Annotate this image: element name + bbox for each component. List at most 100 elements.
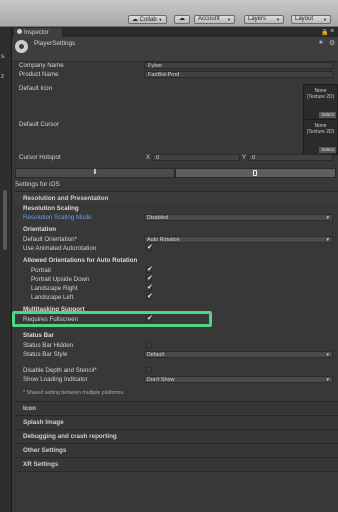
landscape-left-checkbox[interactable]: ✔ <box>146 293 153 300</box>
default-icon-label: Default Icon <box>19 85 53 92</box>
default-orientation-label: Default Orientation* <box>23 236 77 243</box>
scaling-mode-value: Disabled <box>147 215 168 221</box>
status-bar-style-dropdown[interactable]: Default ▼ <box>144 351 333 358</box>
texture-type-label: (Texture 2D) <box>306 94 335 100</box>
resolution-scaling-header: Resolution Scaling <box>23 205 79 212</box>
landscape-right-checkbox[interactable]: ✔ <box>146 284 153 291</box>
default-icon-select-button[interactable]: Select <box>319 112 336 118</box>
show-loading-dropdown[interactable]: Don't Show ▼ <box>144 376 333 383</box>
left-panel-scrollbar[interactable] <box>3 190 7 250</box>
section-resolution-title: Resolution and Presentation <box>23 195 109 202</box>
show-loading-label: Show Loading Indicator <box>23 376 88 383</box>
company-name-value: Fyber <box>148 63 163 69</box>
tab-inspector-label: Inspector <box>24 29 49 36</box>
section-splash-title: Splash Image <box>23 419 64 426</box>
section-debugging[interactable]: Debugging and crash reporting <box>15 429 338 442</box>
status-bar-hidden-checkbox[interactable]: ✔ <box>146 342 152 348</box>
chevron-down-icon: ▼ <box>325 237 330 242</box>
layout-dropdown[interactable]: Layout ▼ <box>291 15 331 24</box>
product-name-field[interactable]: FairBid-Prod <box>144 71 333 78</box>
layers-dropdown[interactable]: Layers ▼ <box>244 15 284 24</box>
status-bar-style-label: Status Bar Style <box>23 351 68 358</box>
disable-depth-label: Disable Depth and Stencil* <box>23 367 97 374</box>
default-cursor-select-button[interactable]: Select <box>319 147 336 153</box>
portrait-checkbox[interactable]: ✔ <box>146 266 153 273</box>
scaling-mode-dropdown[interactable]: Disabled ▼ <box>144 214 333 221</box>
checkmark-icon: ✔ <box>147 293 153 300</box>
default-cursor-field[interactable]: None (Texture 2D) Select <box>303 119 338 155</box>
texture-type-label: (Texture 2D) <box>306 129 335 135</box>
mobile-icon <box>253 170 257 176</box>
platform-tab-standalone[interactable]: ⬇ <box>15 168 175 178</box>
chevron-down-icon: ▼ <box>158 17 163 22</box>
layers-label: Layers <box>248 16 267 22</box>
hotspot-y-value: 0 <box>252 155 256 161</box>
help-icon[interactable]: ■ <box>319 40 323 46</box>
product-name-label: Product Name <box>19 71 59 78</box>
checkmark-icon: ✔ <box>147 266 153 273</box>
portrait-upside-down-checkbox[interactable]: ✔ <box>146 275 153 282</box>
checkmark-icon: ✔ <box>147 284 153 291</box>
portrait-upside-down-label: Portrait Upside Down <box>31 276 90 283</box>
cloud-services-button[interactable]: ☁ <box>174 15 190 24</box>
left-margin-char: s <box>1 53 5 60</box>
section-xr-title: XR Settings <box>23 461 59 468</box>
disable-depth-checkbox[interactable]: ✔ <box>146 367 152 373</box>
chevron-down-icon: ▼ <box>276 17 280 22</box>
checkmark-icon: ✔ <box>147 244 153 251</box>
shared-setting-note: * Shared setting between multiple platfo… <box>23 390 125 396</box>
collab-button[interactable]: ☁ Collab ▼ <box>128 15 167 24</box>
section-other-title: Other Settings <box>23 447 67 454</box>
show-loading-value: Don't Show <box>147 377 175 383</box>
default-cursor-label: Default Cursor <box>19 121 59 128</box>
tab-inspector[interactable]: Inspector <box>14 28 62 37</box>
section-divider <box>15 471 338 472</box>
landscape-right-label: Landscape Right <box>31 285 78 292</box>
section-debugging-title: Debugging and crash reporting <box>23 433 117 440</box>
left-panel-edge <box>0 27 12 512</box>
hotspot-x-value: 0 <box>156 155 160 161</box>
page-title: PlayerSettings <box>34 40 76 47</box>
layout-label: Layout <box>295 16 314 22</box>
account-dropdown[interactable]: Account ▼ <box>194 15 235 24</box>
platform-tab-ios[interactable] <box>175 168 336 178</box>
chevron-down-icon: ▼ <box>325 215 330 220</box>
animated-autorotation-label: Use Animated Autorotation <box>23 245 97 252</box>
product-name-value: FairBid-Prod <box>148 72 180 78</box>
chevron-down-icon: ▼ <box>227 17 231 22</box>
status-bar-header: Status Bar <box>23 332 54 339</box>
section-icon-title: Icon <box>23 405 36 412</box>
hotspot-x-field[interactable]: 0 <box>152 154 240 161</box>
section-other-settings[interactable]: Other Settings <box>15 443 338 456</box>
section-splash-image[interactable]: Splash Image <box>15 415 338 428</box>
status-bar-hidden-label: Status Bar Hidden <box>23 342 74 349</box>
company-name-field[interactable]: Fyber <box>144 62 333 69</box>
default-orientation-dropdown[interactable]: Auto Rotation ▼ <box>144 236 333 243</box>
settings-menu-icon[interactable]: ⚙ <box>329 39 335 47</box>
chevron-down-icon: ▼ <box>325 352 330 357</box>
default-orientation-value: Auto Rotation <box>147 237 180 243</box>
top-toolbar <box>0 0 338 27</box>
section-icon[interactable]: Icon <box>15 401 338 414</box>
landscape-left-label: Landscape Left <box>31 294 74 301</box>
collab-label: Collab <box>139 17 157 23</box>
portrait-label: Portrait <box>31 267 51 274</box>
default-icon-field[interactable]: None (Texture 2D) Select <box>303 84 338 120</box>
section-resolution[interactable]: Resolution and Presentation <box>15 191 338 203</box>
cursor-hotspot-label: Cursor Hotspot <box>19 154 61 161</box>
hotspot-y-field[interactable]: 0 <box>248 154 333 161</box>
cloud-icon: ☁ <box>179 16 185 22</box>
checkmark-icon: ✔ <box>147 275 153 282</box>
settings-for-title: Settings for iOS <box>15 181 60 188</box>
info-icon <box>17 29 22 34</box>
lock-icon[interactable]: 🔒 <box>321 29 328 36</box>
animated-autorotation-checkbox[interactable]: ✔ <box>146 244 153 251</box>
section-xr-settings[interactable]: XR Settings <box>15 457 338 470</box>
chevron-down-icon: ▼ <box>323 17 327 22</box>
menu-icon[interactable]: ≡ <box>330 28 334 35</box>
chevron-down-icon: ▼ <box>325 377 330 382</box>
status-bar-style-value: Default <box>147 352 165 358</box>
gear-icon <box>15 40 28 53</box>
account-label: Account <box>198 16 220 22</box>
hotspot-y-label: Y <box>242 154 247 161</box>
